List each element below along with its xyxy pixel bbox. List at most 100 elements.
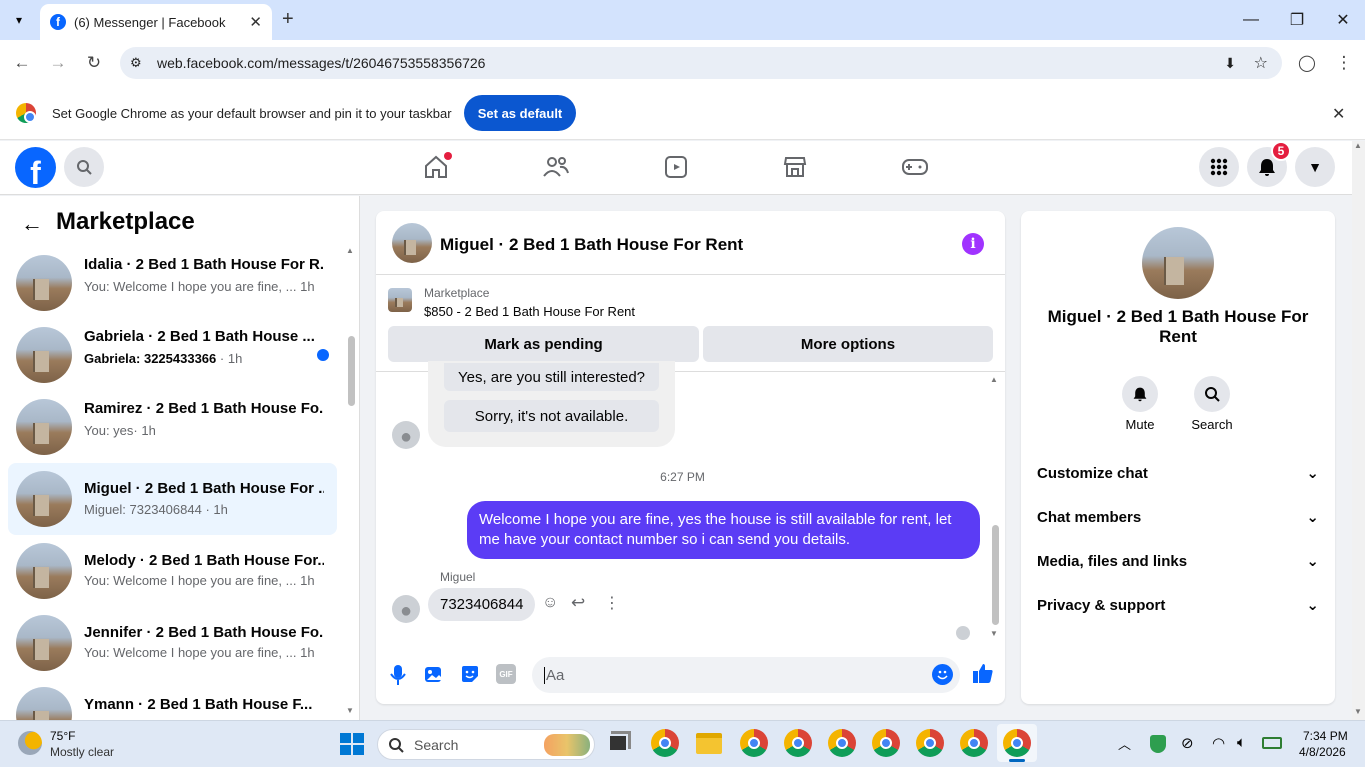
chat-scrollbar[interactable]: ▲ ▼ — [988, 375, 1002, 643]
taskbar-search-box[interactable]: Search — [377, 729, 595, 760]
close-window-button[interactable]: ✕ — [1320, 0, 1365, 40]
input-placeholder: Aa — [544, 666, 565, 684]
fb-search-icon[interactable] — [64, 147, 104, 187]
chrome-taskbar-icon[interactable] — [651, 729, 679, 757]
sent-message-bubble[interactable]: Welcome I hope you are fine, yes the hou… — [467, 501, 980, 559]
site-info-icon[interactable]: ⚙ — [130, 55, 142, 71]
page-scrollbar[interactable]: ▲ ▼ — [1352, 141, 1365, 720]
bookmark-star-icon[interactable]: ☆ — [1254, 53, 1268, 73]
chrome-taskbar-icon[interactable] — [828, 729, 856, 757]
voice-clip-icon[interactable] — [390, 664, 406, 686]
customize-chat-section[interactable]: Customize chat ⌄ — [1037, 461, 1319, 485]
conversation-item-ymann[interactable]: Ymann · 2 Bed 1 Bath House F... — [8, 679, 337, 720]
conversation-info-icon[interactable]: i — [962, 233, 984, 255]
profile-avatar[interactable] — [1142, 227, 1214, 299]
close-tab-icon[interactable]: ✕ — [249, 13, 262, 31]
battery-icon[interactable] — [1262, 737, 1282, 749]
profile-icon[interactable]: ◯ — [1292, 48, 1322, 78]
privacy-support-section[interactable]: Privacy & support ⌄ — [1037, 593, 1319, 617]
mute-button[interactable] — [1122, 376, 1158, 412]
close-infobar-icon[interactable]: ✕ — [1332, 104, 1345, 124]
account-dropdown-icon[interactable]: ▼ — [1295, 147, 1335, 187]
chevron-down-icon: ⌄ — [1306, 597, 1319, 614]
chat-title[interactable]: Miguel · 2 Bed 1 Bath House For Rent — [440, 235, 743, 255]
thumbs-up-icon[interactable] — [972, 662, 994, 689]
quick-reply-still-interested[interactable]: Yes, are you still interested? — [444, 363, 659, 391]
listing-thumbnail[interactable] — [388, 288, 412, 312]
back-arrow-icon[interactable]: ← — [21, 211, 43, 237]
list-scrollbar[interactable]: ▲ ▼ — [344, 244, 358, 720]
set-as-default-button[interactable]: Set as default — [464, 95, 576, 131]
clock-time[interactable]: 7:34 PM — [1303, 729, 1348, 743]
sticker-icon[interactable] — [460, 664, 480, 689]
address-bar[interactable]: ⚙ web.facebook.com/messages/t/2604675355… — [120, 47, 1282, 79]
quick-reply-not-available[interactable]: Sorry, it's not available. — [444, 400, 659, 432]
browser-tab[interactable]: f (6) Messenger | Facebook ✕ — [40, 4, 272, 40]
message-input[interactable]: Aa — [532, 657, 960, 693]
gif-icon[interactable]: GIF — [496, 664, 516, 684]
chrome-taskbar-icon[interactable] — [872, 729, 900, 757]
chrome-taskbar-icon[interactable] — [916, 729, 944, 757]
wifi-icon[interactable]: ◠ — [1212, 734, 1225, 752]
conversation-item-gabriela[interactable]: Gabriela · 2 Bed 1 Bath House ... Gabrie… — [8, 319, 337, 383]
chrome-taskbar-icon[interactable] — [740, 729, 768, 757]
mark-as-pending-button[interactable]: Mark as pending — [388, 326, 699, 362]
received-message-bubble[interactable]: 7323406844 — [428, 588, 536, 621]
file-explorer-icon[interactable] — [696, 733, 722, 754]
chat-members-section[interactable]: Chat members ⌄ — [1037, 505, 1319, 529]
menu-grid-icon[interactable] — [1199, 147, 1239, 187]
home-icon[interactable] — [416, 152, 456, 182]
menu-icon[interactable]: ⋮ — [1329, 48, 1359, 78]
network-off-icon[interactable]: ⊘ — [1181, 734, 1194, 752]
weather-icon[interactable] — [18, 731, 42, 755]
listing-title[interactable]: $850 - 2 Bed 1 Bath House For Rent — [424, 304, 635, 319]
friends-icon[interactable] — [536, 152, 576, 182]
chevron-down-icon: ⌄ — [1306, 553, 1319, 570]
unread-dot — [317, 349, 329, 361]
minimize-button[interactable]: — — [1228, 0, 1274, 40]
video-icon[interactable] — [656, 152, 696, 182]
clock-date[interactable]: 4/8/2026 — [1299, 745, 1346, 759]
marketplace-icon[interactable] — [775, 152, 815, 182]
conversation-info-panel: Miguel · 2 Bed 1 Bath House For Rent Mut… — [1021, 211, 1335, 704]
show-hidden-icons-chevron-icon[interactable]: ︿ — [1118, 734, 1131, 753]
conversation-item-melody[interactable]: Melody · 2 Bed 1 Bath House For... You: … — [8, 535, 337, 599]
new-tab-button[interactable]: + — [282, 8, 304, 32]
chat-header-avatar[interactable] — [392, 223, 432, 263]
chrome-taskbar-icon-active[interactable] — [1003, 729, 1031, 757]
install-icon[interactable]: ⬇ — [1224, 55, 1236, 72]
chevron-down-icon: ⌄ — [1306, 509, 1319, 526]
maximize-button[interactable]: ❐ — [1274, 0, 1320, 40]
conversation-item-idalia[interactable]: Idalia · 2 Bed 1 Bath House For R... You… — [8, 247, 337, 311]
more-options-button[interactable]: More options — [703, 326, 993, 362]
reload-icon[interactable]: ↻ — [79, 48, 109, 78]
volume-icon[interactable]: 🔈︎ — [1237, 734, 1246, 751]
task-view-icon[interactable] — [608, 734, 628, 752]
search-label: Search — [1191, 417, 1233, 432]
reply-icon[interactable]: ↩ — [571, 593, 585, 613]
back-icon[interactable]: ← — [7, 48, 37, 78]
tab-search-button[interactable]: ▾ — [8, 10, 30, 30]
windows-start-icon[interactable] — [340, 733, 364, 755]
conversation-item-miguel[interactable]: Miguel · 2 Bed 1 Bath House For ... Migu… — [8, 463, 337, 535]
chrome-taskbar-icon[interactable] — [784, 729, 812, 757]
forward-icon[interactable]: → — [43, 48, 73, 78]
emoji-icon[interactable] — [932, 664, 953, 685]
sender-avatar: ● — [392, 595, 420, 623]
home-notification-dot — [444, 152, 452, 160]
weather-desc: Mostly clear — [50, 745, 115, 759]
media-files-links-section[interactable]: Media, files and links ⌄ — [1037, 549, 1319, 573]
chrome-taskbar-icon[interactable] — [960, 729, 988, 757]
search-highlight-image — [544, 734, 590, 756]
more-actions-icon[interactable]: ⋮ — [604, 593, 620, 613]
conversation-item-jennifer[interactable]: Jennifer · 2 Bed 1 Bath House Fo... You:… — [8, 607, 337, 671]
gaming-icon[interactable] — [895, 152, 935, 182]
attach-image-icon[interactable] — [424, 664, 444, 689]
search-in-conversation-button[interactable] — [1194, 376, 1230, 412]
security-icon[interactable] — [1150, 735, 1166, 753]
react-icon[interactable]: ☺ — [542, 594, 558, 612]
marketplace-title: Marketplace — [56, 208, 195, 235]
conversation-item-ramirez[interactable]: Ramirez · 2 Bed 1 Bath House Fo... You: … — [8, 391, 337, 455]
sender-name: Miguel — [440, 570, 476, 584]
facebook-logo-icon[interactable]: f — [15, 147, 56, 188]
